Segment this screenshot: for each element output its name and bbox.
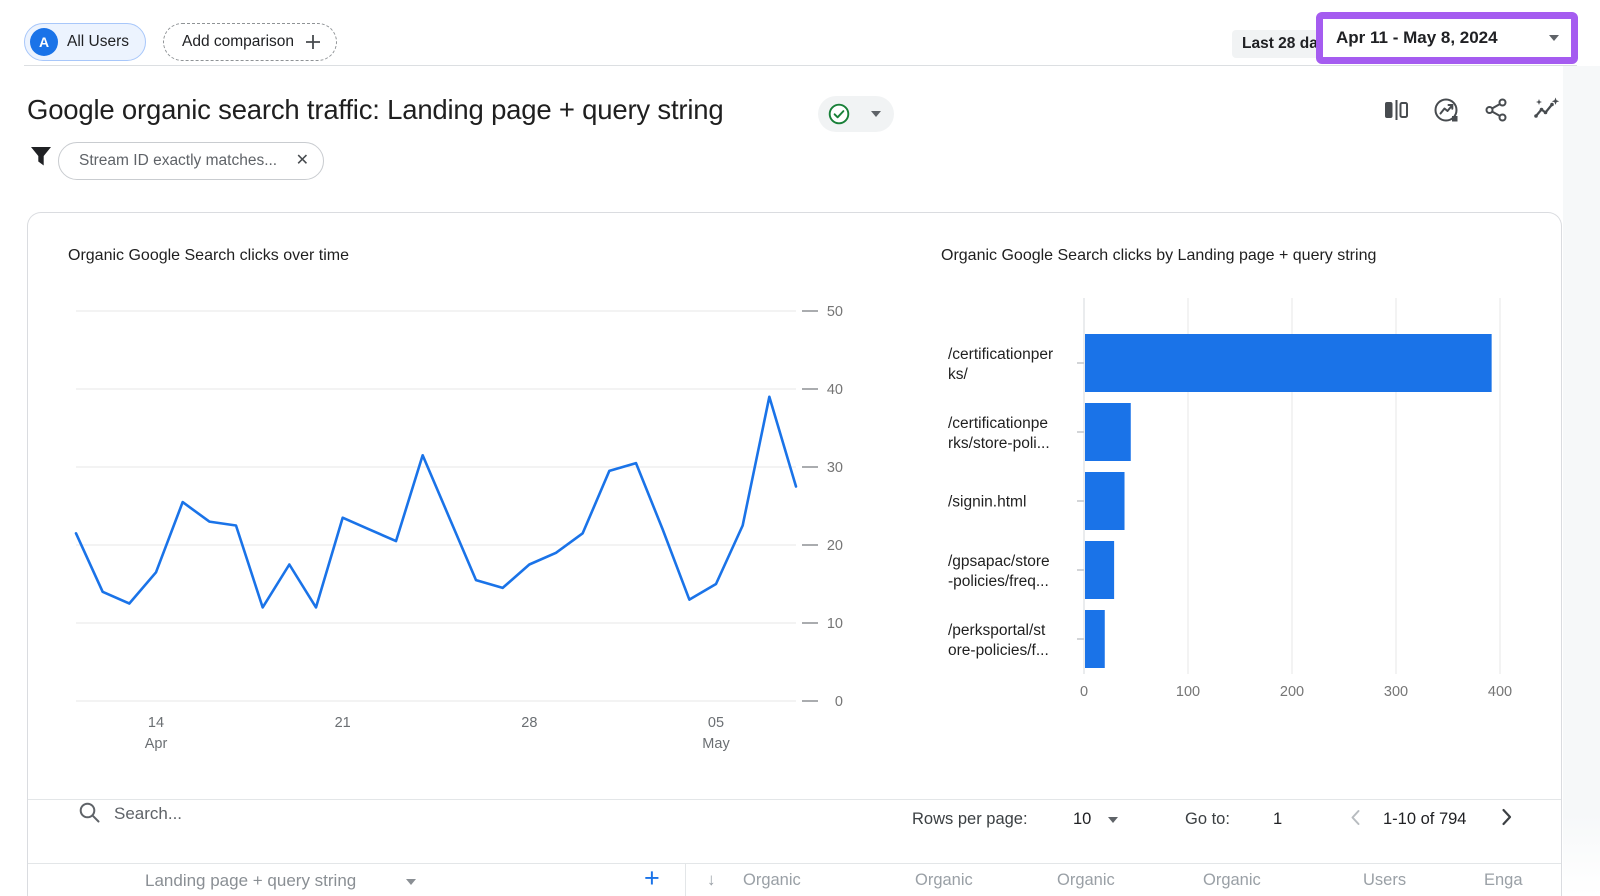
svg-text:-policies/freq...: -policies/freq...: [948, 573, 1049, 590]
next-page-button[interactable]: [1496, 806, 1518, 828]
verification-badge[interactable]: [818, 96, 894, 132]
column-header-landing-page[interactable]: Landing page + query string: [145, 871, 356, 891]
svg-text:200: 200: [1280, 684, 1304, 700]
rows-per-page-select[interactable]: 10: [1073, 810, 1091, 829]
add-comparison-button[interactable]: Add comparison: [163, 23, 337, 61]
previous-page-button[interactable]: [1346, 807, 1367, 828]
svg-text:/signin.html: /signin.html: [948, 494, 1026, 511]
table-column-divider: [685, 864, 686, 896]
svg-text:/certificationpe: /certificationpe: [948, 415, 1048, 432]
comparison-layout-icon[interactable]: [1382, 96, 1410, 124]
chevron-down-icon[interactable]: [406, 879, 416, 885]
pagination-range: 1-10 of 794: [1383, 810, 1466, 829]
filter-funnel-icon: [30, 146, 52, 167]
audience-segment-chip[interactable]: A All Users: [24, 23, 146, 61]
clicks-by-landing-page-bar-chart: 0 100 200 300 400/certificationper ks/ /certif…: [921, 289, 1541, 769]
add-column-button[interactable]: +: [644, 865, 660, 892]
column-header-users-4[interactable]: Users: [1363, 871, 1406, 890]
svg-text:10: 10: [827, 616, 843, 632]
svg-text:50: 50: [827, 304, 843, 320]
svg-text:30: 30: [827, 460, 843, 476]
page-root: A All Users Add comparison Last 28 days …: [0, 0, 1600, 896]
page-title: Google organic search traffic: Landing p…: [27, 94, 723, 126]
svg-text:0: 0: [835, 694, 843, 710]
chevron-down-icon: [871, 111, 881, 117]
add-comparison-label: Add comparison: [182, 33, 294, 51]
table-header-border: [28, 863, 1561, 864]
svg-text:ore-policies/f...: ore-policies/f...: [948, 642, 1049, 659]
column-header-organic-2[interactable]: Organic: [1057, 871, 1115, 890]
svg-text:100: 100: [1176, 684, 1200, 700]
svg-text:ks/: ks/: [948, 366, 969, 383]
svg-text:/perksportal/st: /perksportal/st: [948, 622, 1046, 639]
share-icon[interactable]: [1482, 96, 1510, 124]
svg-text:rks/store-poli...: rks/store-poli...: [948, 435, 1050, 452]
filter-chip[interactable]: Stream ID exactly matches... ✕: [58, 142, 324, 180]
go-to-label: Go to:: [1185, 810, 1230, 829]
svg-text:21: 21: [335, 715, 351, 731]
sparkline-insights-icon[interactable]: [1532, 96, 1560, 124]
column-header-enga-5[interactable]: Enga: [1484, 871, 1523, 890]
report-card: Organic Google Search clicks over time 0…: [27, 212, 1562, 896]
svg-text:28: 28: [521, 715, 537, 731]
column-header-organic-0[interactable]: Organic: [743, 871, 801, 890]
svg-text:/gpsapac/store: /gpsapac/store: [948, 553, 1050, 570]
bar-chart-title: Organic Google Search clicks by Landing …: [941, 247, 1376, 265]
date-range-label: Apr 11 - May 8, 2024: [1336, 28, 1498, 48]
right-rail: [1563, 66, 1600, 896]
avatar: A: [30, 28, 58, 56]
svg-text:05: 05: [708, 715, 724, 731]
chevron-down-icon: [1549, 35, 1559, 41]
column-header-organic-1[interactable]: Organic: [915, 871, 973, 890]
chevron-down-icon[interactable]: [1108, 817, 1118, 823]
line-chart-title: Organic Google Search clicks over time: [68, 247, 349, 265]
filter-chip-label: Stream ID exactly matches...: [79, 152, 277, 170]
svg-text:20: 20: [827, 538, 843, 554]
close-icon[interactable]: ✕: [296, 153, 309, 169]
audience-segment-label: All Users: [67, 33, 129, 51]
svg-text:/certificationper: /certificationper: [948, 346, 1053, 363]
search-icon: [78, 801, 101, 824]
svg-text:400: 400: [1488, 684, 1512, 700]
rows-per-page-label: Rows per page:: [912, 810, 1028, 829]
clicks-over-time-line-chart: 0 10 20 30 40 50 14 Apr 21 28 05 May: [61, 289, 851, 769]
plus-icon: [304, 33, 322, 51]
date-range-selector[interactable]: Apr 11 - May 8, 2024: [1323, 19, 1571, 57]
svg-text:Apr: Apr: [145, 736, 168, 752]
search-input[interactable]: [114, 799, 494, 829]
svg-text:14: 14: [148, 715, 164, 731]
topbar-divider: [24, 65, 1577, 66]
insights-icon[interactable]: [1432, 96, 1460, 124]
svg-text:40: 40: [827, 382, 843, 398]
svg-text:May: May: [702, 736, 730, 752]
svg-text:300: 300: [1384, 684, 1408, 700]
verified-check-icon: [827, 102, 851, 126]
date-range-highlight: Apr 11 - May 8, 2024: [1316, 12, 1578, 64]
svg-text:0: 0: [1080, 684, 1088, 700]
sort-descending-icon: ↓: [707, 870, 716, 890]
go-to-input[interactable]: 1: [1273, 810, 1282, 829]
column-header-organic-3[interactable]: Organic: [1203, 871, 1261, 890]
